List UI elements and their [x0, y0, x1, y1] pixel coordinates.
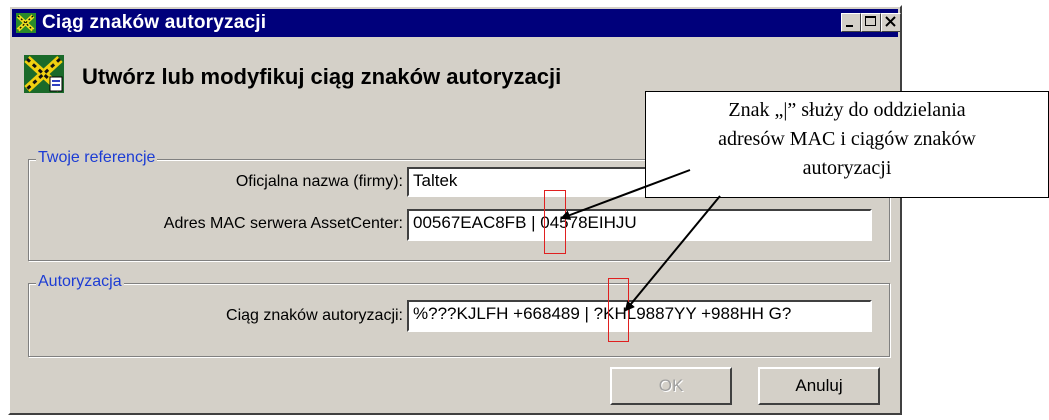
- arrow-to-mac-separator: [560, 169, 691, 220]
- callout-arrows: [560, 169, 721, 312]
- arrow-to-authorization-separator: [624, 195, 721, 312]
